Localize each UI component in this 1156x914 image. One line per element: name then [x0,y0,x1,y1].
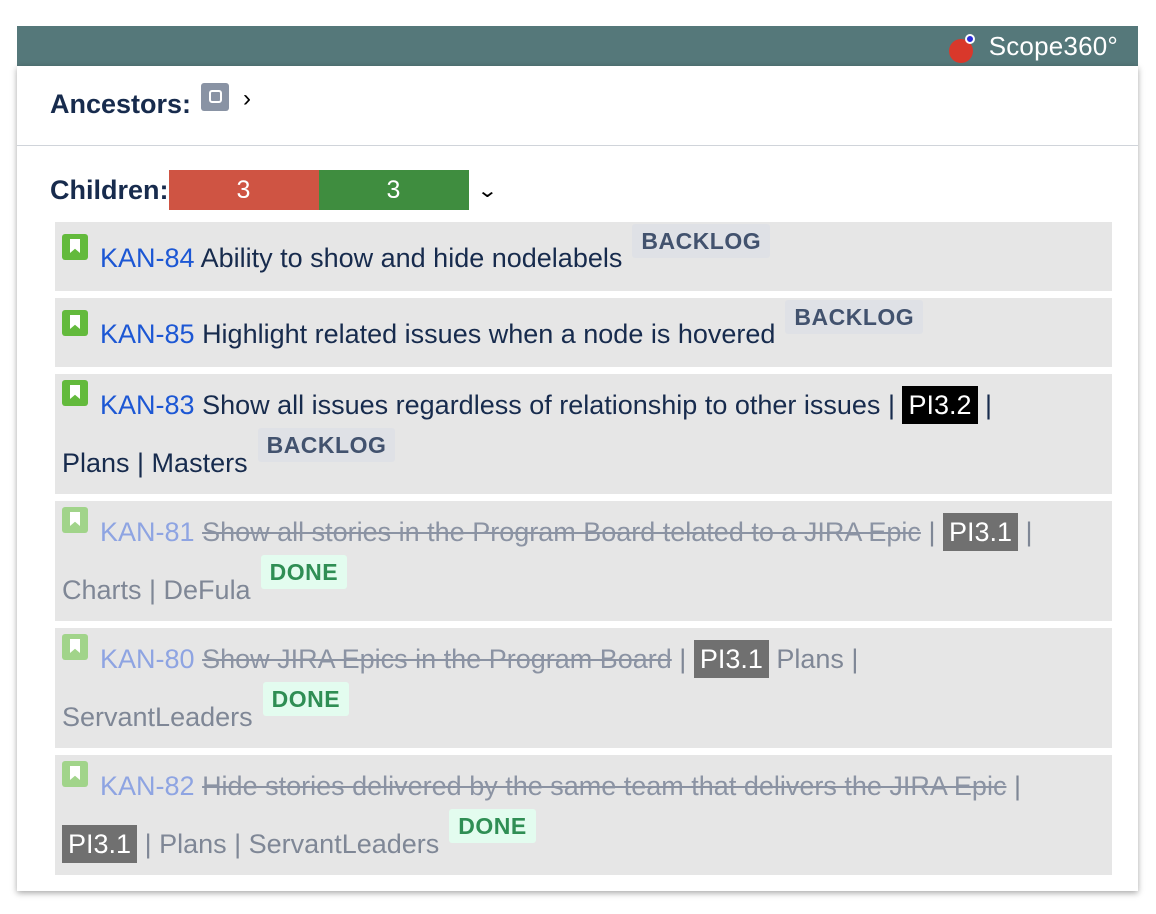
issue-tags-inline: Plans | [776,644,859,674]
issue-key-link[interactable]: KAN-81 [100,517,195,547]
list-item[interactable]: KAN-82 Hide stories delivered by the sam… [55,755,1112,875]
status-badge: DONE [260,555,348,589]
issue-summary: Hide stories delivered by the same team … [202,771,1007,801]
issue-summary: Ability to show and hide nodelabels [200,243,623,273]
story-icon [62,310,88,336]
list-item[interactable]: KAN-84 Ability to show and hide nodelabe… [55,222,1112,291]
issue-summary: Show JIRA Epics in the Program Board [202,644,672,674]
status-badge: BACKLOG [785,300,924,334]
list-item[interactable]: KAN-81 Show all stories in the Program B… [55,501,1112,621]
issue-key-link[interactable]: KAN-83 [100,390,195,420]
issue-summary: Show all issues regardless of relationsh… [202,390,881,420]
app-header: Scope360° [17,26,1138,66]
ancestors-label: Ancestors: [50,88,192,119]
list-item[interactable]: KAN-83 Show all issues regardless of rel… [55,374,1112,494]
hierarchy-panel: Ancestors: › Children: 3 3 ⌄ KAN-84 Abil… [17,66,1138,891]
issue-key-link[interactable]: KAN-80 [100,644,195,674]
children-row: Children: 3 3 ⌄ [50,170,498,210]
issue-key-link[interactable]: KAN-84 [100,243,195,273]
chevron-down-icon[interactable]: ⌄ [476,178,498,203]
brand: Scope360° [947,31,1118,63]
issue-tags: Plans | ServantLeaders [159,829,440,859]
story-icon [62,761,88,787]
ancestor-issue-icon[interactable] [201,83,230,111]
list-item[interactable]: KAN-85 Highlight related issues when a n… [55,298,1112,367]
ancestors-row: Ancestors: › [50,83,251,122]
scope360-logo-icon [947,32,977,63]
children-status-bar: 3 3 [168,170,469,210]
done-count-segment: 3 [318,170,469,210]
story-icon [62,380,88,406]
issue-key-link[interactable]: KAN-85 [100,319,195,349]
story-icon [62,234,88,260]
status-badge: DONE [449,809,536,843]
pi-badge: PI3.1 [62,825,138,863]
open-count-segment: 3 [168,170,319,210]
children-list: KAN-84 Ability to show and hide nodelabe… [55,222,1112,882]
issue-summary: Show all stories in the Program Board te… [202,517,921,547]
brand-name: Scope360° [988,31,1118,61]
issue-summary: Highlight related issues when a node is … [202,319,776,349]
issue-tags: Charts | DeFula [62,575,251,605]
status-badge: DONE [262,682,350,716]
issue-tags: Plans | Masters [62,448,248,478]
issue-key-link[interactable]: KAN-82 [100,771,195,801]
status-badge: BACKLOG [632,224,771,258]
chevron-right-icon[interactable]: › [243,85,251,113]
pi-badge: PI3.2 [902,386,978,424]
story-icon [62,507,88,533]
pi-badge: PI3.1 [693,640,769,678]
story-icon [62,634,88,660]
children-label: Children: [50,174,169,205]
status-badge: BACKLOG [257,428,396,462]
issue-tags: ServantLeaders [62,702,253,732]
list-item[interactable]: KAN-80 Show JIRA Epics in the Program Bo… [55,628,1112,748]
pi-badge: PI3.1 [942,513,1019,551]
divider [17,145,1138,146]
